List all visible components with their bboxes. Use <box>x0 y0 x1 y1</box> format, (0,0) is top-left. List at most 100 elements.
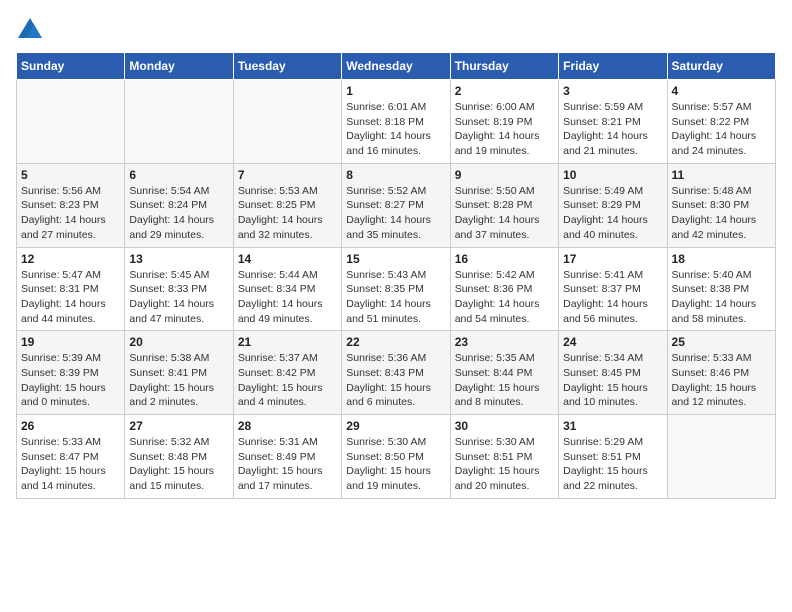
calendar-cell <box>667 415 775 499</box>
logo-icon <box>16 16 44 44</box>
day-info: Sunrise: 5:39 AMSunset: 8:39 PMDaylight:… <box>21 351 120 410</box>
calendar-cell: 11 Sunrise: 5:48 AMSunset: 8:30 PMDayligh… <box>667 163 775 247</box>
day-info: Sunrise: 5:44 AMSunset: 8:34 PMDaylight:… <box>238 268 337 327</box>
day-number: 14 <box>238 252 337 266</box>
weekday-header-sunday: Sunday <box>17 53 125 80</box>
logo <box>16 16 48 44</box>
calendar-cell: 31 Sunrise: 5:29 AMSunset: 8:51 PMDayligh… <box>559 415 667 499</box>
day-number: 18 <box>672 252 771 266</box>
calendar-week-2: 5Sunrise: 5:56 AMSunset: 8:23 PMDaylight… <box>17 163 776 247</box>
day-number: 8 <box>346 168 445 182</box>
calendar-cell: 13Sunrise: 5:45 AMSunset: 8:33 PMDayligh… <box>125 247 233 331</box>
day-info: Sunrise: 5:50 AMSunset: 8:28 PMDaylight:… <box>455 184 554 243</box>
day-info: Sunrise: 5:49 AMSunset: 8:29 PMDaylight:… <box>563 184 662 243</box>
day-number: 24 <box>563 335 662 349</box>
day-number: 28 <box>238 419 337 433</box>
calendar-cell: 3 Sunrise: 5:59 AMSunset: 8:21 PMDaylight… <box>559 80 667 164</box>
calendar-cell: 9 Sunrise: 5:50 AMSunset: 8:28 PMDaylight… <box>450 163 558 247</box>
day-info: Sunrise: 5:52 AMSunset: 8:27 PMDaylight:… <box>346 184 445 243</box>
day-number: 5 <box>21 168 120 182</box>
day-number: 10 <box>563 168 662 182</box>
day-info: Sunrise: 5:40 AMSunset: 8:38 PMDaylight:… <box>672 268 771 327</box>
day-number: 12 <box>21 252 120 266</box>
day-info: Sunrise: 5:43 AMSunset: 8:35 PMDaylight:… <box>346 268 445 327</box>
calendar-cell: 4 Sunrise: 5:57 AMSunset: 8:22 PMDaylight… <box>667 80 775 164</box>
day-info: Sunrise: 5:33 AMSunset: 8:47 PMDaylight:… <box>21 435 120 494</box>
calendar-cell: 10 Sunrise: 5:49 AMSunset: 8:29 PMDayligh… <box>559 163 667 247</box>
calendar-cell: 21 Sunrise: 5:37 AMSunset: 8:42 PMDayligh… <box>233 331 341 415</box>
calendar-cell: 15 Sunrise: 5:43 AMSunset: 8:35 PMDayligh… <box>342 247 450 331</box>
calendar-cell: 25 Sunrise: 5:33 AMSunset: 8:46 PMDayligh… <box>667 331 775 415</box>
day-number: 27 <box>129 419 228 433</box>
day-info: Sunrise: 5:34 AMSunset: 8:45 PMDaylight:… <box>563 351 662 410</box>
calendar-cell: 20Sunrise: 5:38 AMSunset: 8:41 PMDayligh… <box>125 331 233 415</box>
calendar-cell: 2Sunrise: 6:00 AMSunset: 8:19 PMDaylight… <box>450 80 558 164</box>
calendar-cell: 27 Sunrise: 5:32 AMSunset: 8:48 PMDayligh… <box>125 415 233 499</box>
day-info: Sunrise: 5:59 AMSunset: 8:21 PMDaylight:… <box>563 100 662 159</box>
calendar-week-3: 12 Sunrise: 5:47 AMSunset: 8:31 PMDayligh… <box>17 247 776 331</box>
calendar-cell <box>233 80 341 164</box>
calendar-cell: 28 Sunrise: 5:31 AMSunset: 8:49 PMDayligh… <box>233 415 341 499</box>
day-info: Sunrise: 5:33 AMSunset: 8:46 PMDaylight:… <box>672 351 771 410</box>
day-info: Sunrise: 5:57 AMSunset: 8:22 PMDaylight:… <box>672 100 771 159</box>
day-info: Sunrise: 5:30 AMSunset: 8:51 PMDaylight:… <box>455 435 554 494</box>
day-number: 4 <box>672 84 771 98</box>
day-info: Sunrise: 5:45 AMSunset: 8:33 PMDaylight:… <box>129 268 228 327</box>
calendar-cell: 17 Sunrise: 5:41 AMSunset: 8:37 PMDayligh… <box>559 247 667 331</box>
day-number: 31 <box>563 419 662 433</box>
weekday-header-tuesday: Tuesday <box>233 53 341 80</box>
day-number: 29 <box>346 419 445 433</box>
day-info: Sunrise: 6:01 AMSunset: 8:18 PMDaylight:… <box>346 100 445 159</box>
day-number: 19 <box>21 335 120 349</box>
weekday-header-wednesday: Wednesday <box>342 53 450 80</box>
calendar-cell: 16Sunrise: 5:42 AMSunset: 8:36 PMDayligh… <box>450 247 558 331</box>
calendar-cell: 12 Sunrise: 5:47 AMSunset: 8:31 PMDayligh… <box>17 247 125 331</box>
day-number: 1 <box>346 84 445 98</box>
weekday-header-row: SundayMondayTuesdayWednesdayThursdayFrid… <box>17 53 776 80</box>
weekday-header-friday: Friday <box>559 53 667 80</box>
day-number: 9 <box>455 168 554 182</box>
calendar-cell: 26 Sunrise: 5:33 AMSunset: 8:47 PMDayligh… <box>17 415 125 499</box>
calendar-week-5: 26 Sunrise: 5:33 AMSunset: 8:47 PMDayligh… <box>17 415 776 499</box>
day-info: Sunrise: 5:53 AMSunset: 8:25 PMDaylight:… <box>238 184 337 243</box>
page-header <box>16 16 776 44</box>
day-info: Sunrise: 5:47 AMSunset: 8:31 PMDaylight:… <box>21 268 120 327</box>
day-number: 11 <box>672 168 771 182</box>
day-number: 15 <box>346 252 445 266</box>
weekday-header-saturday: Saturday <box>667 53 775 80</box>
weekday-header-monday: Monday <box>125 53 233 80</box>
day-number: 23 <box>455 335 554 349</box>
day-number: 21 <box>238 335 337 349</box>
calendar-cell: 18 Sunrise: 5:40 AMSunset: 8:38 PMDayligh… <box>667 247 775 331</box>
day-info: Sunrise: 5:37 AMSunset: 8:42 PMDaylight:… <box>238 351 337 410</box>
day-info: Sunrise: 5:41 AMSunset: 8:37 PMDaylight:… <box>563 268 662 327</box>
day-info: Sunrise: 5:29 AMSunset: 8:51 PMDaylight:… <box>563 435 662 494</box>
day-number: 3 <box>563 84 662 98</box>
calendar-cell: 5Sunrise: 5:56 AMSunset: 8:23 PMDaylight… <box>17 163 125 247</box>
day-info: Sunrise: 5:31 AMSunset: 8:49 PMDaylight:… <box>238 435 337 494</box>
day-info: Sunrise: 5:42 AMSunset: 8:36 PMDaylight:… <box>455 268 554 327</box>
calendar-cell: 29 Sunrise: 5:30 AMSunset: 8:50 PMDayligh… <box>342 415 450 499</box>
calendar-cell: 7Sunrise: 5:53 AMSunset: 8:25 PMDaylight… <box>233 163 341 247</box>
calendar-cell <box>17 80 125 164</box>
calendar-cell: 1 Sunrise: 6:01 AMSunset: 8:18 PMDaylight… <box>342 80 450 164</box>
day-number: 26 <box>21 419 120 433</box>
calendar-cell: 14 Sunrise: 5:44 AMSunset: 8:34 PMDayligh… <box>233 247 341 331</box>
weekday-header-thursday: Thursday <box>450 53 558 80</box>
day-info: Sunrise: 5:38 AMSunset: 8:41 PMDaylight:… <box>129 351 228 410</box>
day-info: Sunrise: 5:48 AMSunset: 8:30 PMDaylight:… <box>672 184 771 243</box>
day-number: 6 <box>129 168 228 182</box>
calendar-table: SundayMondayTuesdayWednesdayThursdayFrid… <box>16 52 776 499</box>
day-info: Sunrise: 5:32 AMSunset: 8:48 PMDaylight:… <box>129 435 228 494</box>
day-number: 30 <box>455 419 554 433</box>
day-number: 22 <box>346 335 445 349</box>
day-info: Sunrise: 5:30 AMSunset: 8:50 PMDaylight:… <box>346 435 445 494</box>
calendar-cell <box>125 80 233 164</box>
day-info: Sunrise: 5:54 AMSunset: 8:24 PMDaylight:… <box>129 184 228 243</box>
day-info: Sunrise: 5:35 AMSunset: 8:44 PMDaylight:… <box>455 351 554 410</box>
calendar-cell: 19 Sunrise: 5:39 AMSunset: 8:39 PMDayligh… <box>17 331 125 415</box>
day-number: 25 <box>672 335 771 349</box>
day-number: 17 <box>563 252 662 266</box>
calendar-week-4: 19 Sunrise: 5:39 AMSunset: 8:39 PMDayligh… <box>17 331 776 415</box>
calendar-cell: 30 Sunrise: 5:30 AMSunset: 8:51 PMDayligh… <box>450 415 558 499</box>
